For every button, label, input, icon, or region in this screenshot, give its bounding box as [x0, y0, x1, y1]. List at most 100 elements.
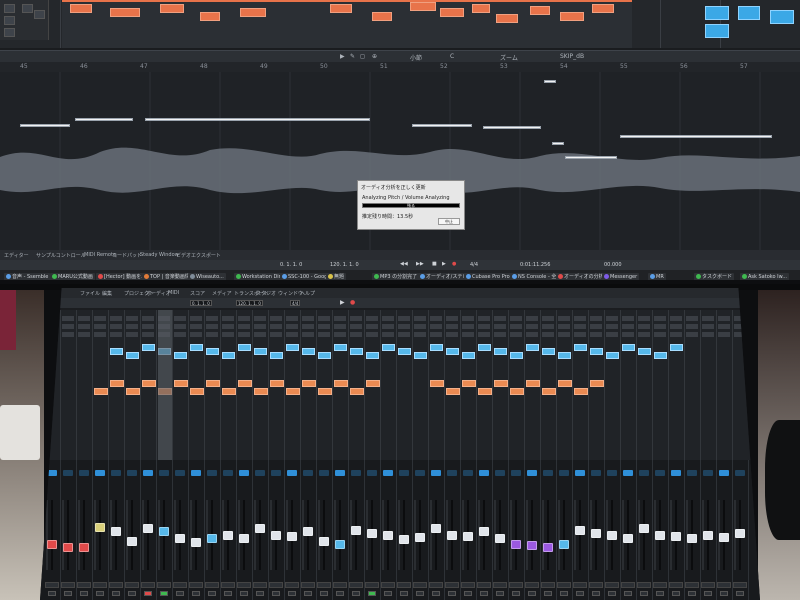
channel-strip[interactable] — [76, 460, 93, 600]
mini-thumb[interactable] — [4, 4, 15, 13]
track-slot[interactable] — [638, 316, 650, 321]
track-slot[interactable] — [366, 332, 378, 337]
track-slot[interactable] — [622, 324, 634, 329]
fader-handle[interactable] — [559, 540, 569, 550]
rewind-icon[interactable]: ◀◀ — [400, 261, 408, 267]
midi-event[interactable] — [558, 380, 572, 387]
fader-handle[interactable] — [63, 542, 73, 552]
select-button[interactable] — [447, 470, 457, 476]
track-slot[interactable] — [174, 316, 186, 321]
track-slot[interactable] — [478, 324, 490, 329]
audio-event[interactable] — [174, 352, 187, 359]
midi-event[interactable] — [174, 380, 188, 387]
fader-handle[interactable] — [495, 534, 505, 544]
track-slot[interactable] — [270, 316, 282, 321]
fader-track[interactable] — [51, 500, 53, 570]
monitor-button[interactable] — [272, 591, 280, 596]
midi-event[interactable] — [574, 388, 588, 395]
pitch-segment[interactable] — [544, 80, 556, 83]
fader-track[interactable] — [259, 500, 261, 570]
monitor-button[interactable] — [368, 591, 376, 596]
track-slot[interactable] — [574, 324, 586, 329]
channel-name-box[interactable] — [525, 582, 539, 588]
audio-event[interactable] — [190, 344, 203, 351]
select-button[interactable] — [431, 470, 441, 476]
fader-handle[interactable] — [303, 527, 313, 537]
channel-strip[interactable] — [172, 460, 189, 600]
track-slot[interactable] — [654, 316, 666, 321]
track-slot[interactable] — [334, 324, 346, 329]
channel-name-box[interactable] — [685, 582, 699, 588]
monitor-button[interactable] — [688, 591, 696, 596]
fader-handle[interactable] — [703, 530, 713, 540]
midi-event[interactable] — [430, 380, 444, 387]
track-slot[interactable] — [142, 332, 154, 337]
channel-strip[interactable] — [588, 460, 605, 600]
monitor-button[interactable] — [704, 591, 712, 596]
select-button[interactable] — [479, 470, 489, 476]
midi-event[interactable] — [366, 380, 380, 387]
track-slot[interactable] — [46, 332, 58, 337]
select-button[interactable] — [159, 470, 169, 476]
select-button[interactable] — [143, 470, 153, 476]
taskbar-item[interactable]: オーディオの分析 — [556, 273, 606, 280]
track-slot[interactable] — [238, 332, 250, 337]
channel-name-box[interactable] — [301, 582, 315, 588]
fader-track[interactable] — [99, 500, 101, 570]
fader-handle[interactable] — [255, 524, 265, 534]
channel-strip[interactable] — [428, 460, 445, 600]
select-button[interactable] — [175, 470, 185, 476]
midi-event[interactable] — [110, 380, 124, 387]
midi-event[interactable] — [494, 380, 508, 387]
select-button[interactable] — [191, 470, 201, 476]
channel-strip[interactable] — [412, 460, 429, 600]
audio-event[interactable] — [126, 352, 139, 359]
fader-handle[interactable] — [607, 530, 617, 540]
fader-track[interactable] — [323, 500, 325, 570]
taskbar-item[interactable]: MR — [648, 273, 666, 280]
fader-handle[interactable] — [639, 524, 649, 534]
monitor-button[interactable] — [448, 591, 456, 596]
audio-event[interactable] — [270, 352, 283, 359]
select-button[interactable] — [239, 470, 249, 476]
track-slot[interactable] — [350, 324, 362, 329]
select-button[interactable] — [367, 470, 377, 476]
track-slot[interactable] — [446, 316, 458, 321]
monitor-button[interactable] — [608, 591, 616, 596]
track-slot[interactable] — [366, 324, 378, 329]
track-slot[interactable] — [254, 316, 266, 321]
track-slot[interactable] — [302, 324, 314, 329]
fader-handle[interactable] — [271, 530, 281, 540]
tab-editor[interactable]: エディター — [4, 252, 29, 259]
fader-handle[interactable] — [367, 529, 377, 539]
mini-thumb[interactable] — [4, 16, 15, 25]
midi-event[interactable] — [94, 388, 108, 395]
monitor-button[interactable] — [320, 591, 328, 596]
taskbar-item[interactable]: 無題 — [326, 273, 347, 280]
audio-event[interactable] — [542, 348, 555, 355]
track-slot[interactable] — [542, 332, 554, 337]
track-slot[interactable] — [62, 332, 74, 337]
menu-item[interactable]: ファイル — [80, 290, 100, 297]
monitor-button[interactable] — [592, 591, 600, 596]
fader-handle[interactable] — [47, 539, 57, 549]
monitor-button[interactable] — [640, 591, 648, 596]
midi-event[interactable] — [190, 388, 204, 395]
select-button[interactable] — [127, 470, 137, 476]
track-slot[interactable] — [398, 316, 410, 321]
channel-strip[interactable] — [636, 460, 653, 600]
fader-track[interactable] — [515, 500, 517, 570]
menu-item[interactable]: ヘルプ — [300, 290, 315, 297]
mini-window-panel[interactable] — [0, 0, 49, 40]
taskbar-item[interactable]: MP3 の分割完了 — [372, 273, 420, 280]
audio-event[interactable] — [254, 348, 267, 355]
channel-name-box[interactable] — [493, 582, 507, 588]
audio-event[interactable] — [670, 344, 683, 351]
fader-track[interactable] — [579, 500, 581, 570]
audio-event[interactable] — [398, 348, 411, 355]
channel-strip[interactable] — [140, 460, 157, 600]
fader-handle[interactable] — [159, 527, 169, 537]
fader-handle[interactable] — [415, 532, 425, 542]
monitor-button[interactable] — [480, 591, 488, 596]
track-slot[interactable] — [190, 316, 202, 321]
